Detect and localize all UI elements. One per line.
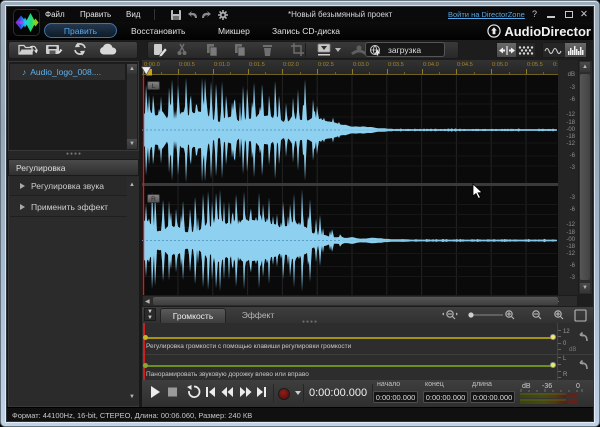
svg-text:dB: dB bbox=[522, 383, 531, 390]
svg-text:-36: -36 bbox=[542, 383, 552, 390]
svg-text:0: 0 bbox=[576, 383, 580, 390]
